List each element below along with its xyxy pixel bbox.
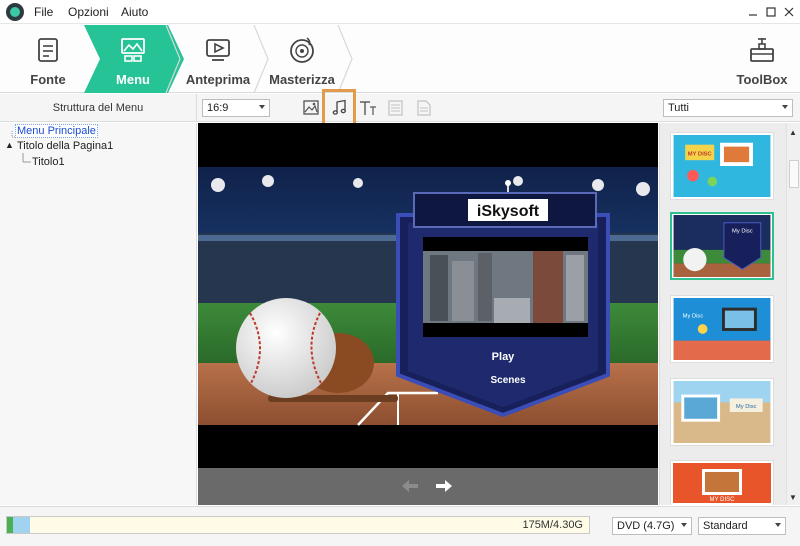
template-thumb-baseball[interactable]: My Disc xyxy=(670,212,774,280)
background-image-icon[interactable] xyxy=(302,99,322,117)
tree-branch-line xyxy=(22,153,31,163)
chevron-separator xyxy=(165,25,181,93)
step-fonte[interactable]: Fonte xyxy=(0,25,96,93)
menu-opzioni[interactable]: Opzioni xyxy=(68,5,109,19)
step-label-masterizza: Masterizza xyxy=(269,72,335,87)
minimize-icon[interactable] xyxy=(744,3,762,21)
chevron-separator xyxy=(337,25,353,93)
template-caption: MY DISC xyxy=(688,151,713,157)
menu-structure-title: Struttura del Menu xyxy=(0,94,197,122)
maximize-icon[interactable] xyxy=(762,3,780,21)
template-filter-value: Tutti xyxy=(668,102,689,114)
template-preview-kids: MY DISC xyxy=(673,135,771,197)
step-masterizza[interactable]: Masterizza xyxy=(264,25,340,93)
next-page-arrow-icon[interactable] xyxy=(434,478,454,494)
chevron-down-icon xyxy=(775,523,781,527)
scroll-up-icon[interactable]: ▲ xyxy=(789,128,797,137)
template-preview-underwater: My Disc xyxy=(673,298,771,360)
disc-usage-cap xyxy=(7,517,13,533)
tree-node-titolo1[interactable]: Titolo1 xyxy=(32,156,65,168)
template-filter-select[interactable]: Tutti xyxy=(663,99,793,117)
template-caption: MY DISC xyxy=(710,497,736,503)
menu-file[interactable]: File xyxy=(34,5,53,19)
toolbox-label: ToolBox xyxy=(736,72,788,87)
baseball-menu-template: iSkysoft Play Scenes xyxy=(198,123,658,468)
chevron-down-icon xyxy=(681,523,687,527)
preview-play-button[interactable]: Play xyxy=(492,351,516,363)
step-anteprima[interactable]: Anteprima xyxy=(180,25,256,93)
menu-aiuto[interactable]: Aiuto xyxy=(121,5,148,19)
template-caption: My Disc xyxy=(732,228,753,234)
template-caption: My Disc xyxy=(683,313,704,319)
disc-type-value: DVD (4.7G) xyxy=(617,520,675,532)
template-preview-beach: My Disc xyxy=(673,381,771,443)
toolbox-button[interactable]: ToolBox xyxy=(728,25,796,93)
step-label-fonte: Fonte xyxy=(30,72,66,87)
disc-usage-bar: 175M/4.30G xyxy=(6,516,590,534)
tree-node-menu-principale[interactable]: Menu Principale xyxy=(15,124,98,138)
text-icon[interactable] xyxy=(358,99,378,117)
template-preview-baseball: My Disc xyxy=(673,215,771,277)
step-label-anteprima: Anteprima xyxy=(185,72,251,87)
template-preview-autumn: MY DISC xyxy=(673,463,771,503)
toolbox-icon xyxy=(750,38,774,62)
app-logo-icon xyxy=(6,3,24,21)
music-note-icon[interactable] xyxy=(330,99,350,117)
step-bar: Fonte Menu Anteprima Masterizza ToolBox xyxy=(0,25,800,93)
page-icon xyxy=(417,100,431,116)
aspect-ratio-select[interactable]: 16:9 xyxy=(202,99,270,117)
scroll-down-icon[interactable]: ▼ xyxy=(789,493,797,502)
play-screen-icon xyxy=(206,39,230,61)
template-thumb-beach[interactable]: My Disc xyxy=(670,378,774,446)
close-icon[interactable] xyxy=(780,3,798,21)
chapter-icon xyxy=(388,100,403,116)
quality-value: Standard xyxy=(703,520,748,532)
preview-logo-text: iSkysoft xyxy=(477,203,540,220)
template-caption: My Disc xyxy=(736,404,757,410)
preview-nav-strip xyxy=(198,468,658,505)
quality-select[interactable]: Standard xyxy=(698,517,786,535)
template-scroll-thumb[interactable] xyxy=(789,160,799,188)
template-thumb-underwater[interactable]: My Disc xyxy=(670,295,774,363)
prev-page-arrow-icon[interactable] xyxy=(400,478,420,494)
chevron-down-icon xyxy=(782,105,788,109)
preview-scenes-button[interactable]: Scenes xyxy=(490,375,525,386)
menu-structure-panel: Menu Principale ▲ Titolo della Pagina1 T… xyxy=(0,123,197,505)
tree-expander-icon[interactable]: ▲ xyxy=(5,140,14,150)
disc-type-select[interactable]: DVD (4.7G) xyxy=(612,517,692,535)
document-icon xyxy=(38,38,58,62)
disc-burn-icon xyxy=(290,37,314,63)
disc-usage-text: 175M/4.30G xyxy=(522,519,583,531)
tree-node-titolo-pagina1[interactable]: Titolo della Pagina1 xyxy=(17,140,113,152)
menu-layout-icon xyxy=(121,38,145,62)
menu-preview[interactable]: iSkysoft Play Scenes xyxy=(198,123,658,468)
chevron-down-icon xyxy=(259,105,265,109)
title-bar: File Opzioni Aiuto xyxy=(0,0,800,24)
template-thumb-kids[interactable]: MY DISC xyxy=(670,132,774,200)
template-thumb-autumn[interactable]: MY DISC xyxy=(670,460,774,505)
aspect-ratio-value: 16:9 xyxy=(207,102,229,114)
